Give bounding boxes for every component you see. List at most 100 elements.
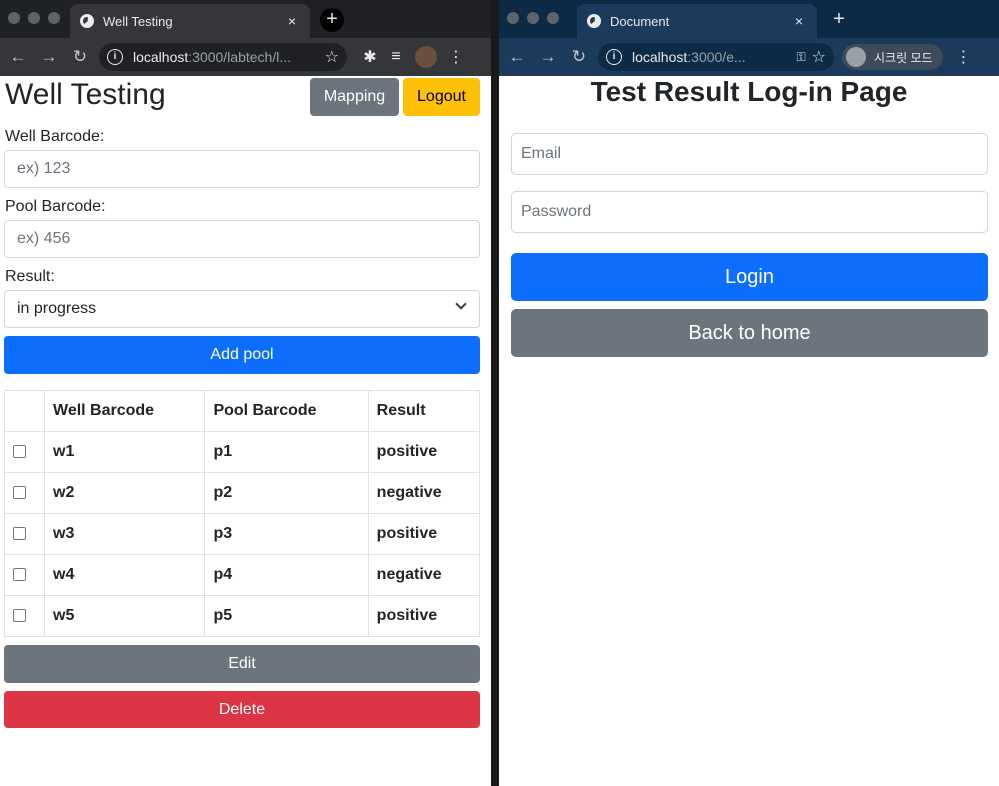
maximize-window-button[interactable]	[48, 12, 60, 24]
email-field[interactable]: Email	[511, 133, 988, 175]
back-to-home-button[interactable]: Back to home	[511, 309, 988, 357]
pool-barcode-cell: p5	[204, 595, 369, 637]
well-pool-table: Well Barcode Pool Barcode Result w1 p1 p…	[4, 390, 481, 637]
browser-toolbar: ← → ↻ i localhost:3000/labtech/l... ☆ ✱ …	[0, 38, 491, 76]
pool-barcode-cell: p4	[204, 554, 369, 596]
media-queue-icon[interactable]: ≡	[383, 48, 409, 66]
well-testing-window: Well Testing × + ← → ↻ i localhost:3000/…	[0, 0, 491, 786]
table-row: w3 p3 positive	[4, 513, 481, 555]
tab-title: Well Testing	[103, 13, 173, 29]
table-header-row: Well Barcode Pool Barcode Result	[4, 390, 481, 432]
tab-close-button[interactable]: ×	[284, 13, 300, 29]
table-row: w1 p1 positive	[4, 431, 481, 473]
bookmark-star-icon[interactable]: ☆	[325, 47, 339, 67]
table-row: w4 p4 negative	[4, 554, 481, 596]
pool-barcode-cell: p3	[204, 513, 369, 555]
well-barcode-cell: w2	[43, 472, 206, 514]
new-tab-button[interactable]: +	[827, 8, 851, 32]
close-window-button[interactable]	[507, 12, 519, 24]
result-cell: positive	[367, 595, 481, 637]
tab-document[interactable]: Document ×	[577, 4, 817, 38]
select-column-header	[4, 390, 45, 432]
extensions-puzzle-icon[interactable]: ✱	[357, 47, 383, 67]
table-row: w5 p5 positive	[4, 595, 481, 637]
address-bar[interactable]: i localhost:3000/e... ⚿ ☆	[598, 43, 834, 71]
row-select-cell	[4, 513, 45, 555]
url-text: localhost:3000/e...	[632, 49, 746, 65]
login-button[interactable]: Login	[511, 253, 988, 301]
result-cell: positive	[367, 431, 481, 473]
row-select-cell	[4, 472, 45, 514]
row-checkbox[interactable]	[13, 527, 26, 541]
pool-barcode-input[interactable]: ex) 456	[4, 220, 480, 258]
row-select-cell	[4, 595, 45, 637]
minimize-window-button[interactable]	[28, 12, 40, 24]
reload-icon[interactable]: ↻	[67, 44, 93, 70]
maximize-window-button[interactable]	[547, 12, 559, 24]
result-label: Result:	[5, 268, 55, 285]
pool-barcode-label: Pool Barcode:	[5, 198, 106, 215]
key-icon[interactable]: ⚿	[797, 50, 806, 65]
well-barcode-cell: w3	[43, 513, 206, 555]
tab-strip: Well Testing × +	[0, 0, 491, 38]
add-pool-button[interactable]: Add pool	[4, 336, 480, 374]
tab-title: Document	[610, 13, 670, 29]
window-controls	[8, 12, 60, 24]
well-testing-page: Well Testing Mapping Logout Well Barcode…	[0, 76, 491, 786]
login-page: Test Result Log-in Page Email Password L…	[499, 76, 999, 786]
close-window-button[interactable]	[8, 12, 20, 24]
login-window: Document × + ← → ↻ i localhost:3000/e...…	[499, 0, 999, 786]
forward-arrow-icon[interactable]: →	[36, 44, 62, 70]
row-checkbox[interactable]	[13, 609, 26, 623]
row-checkbox[interactable]	[13, 568, 26, 582]
result-cell: positive	[367, 513, 481, 555]
pool-barcode-cell: p2	[204, 472, 369, 514]
logout-button[interactable]: Logout	[403, 78, 480, 116]
table-row: w2 p2 negative	[4, 472, 481, 514]
delete-button[interactable]: Delete	[4, 691, 480, 728]
pool-barcode-column-header: Pool Barcode	[204, 390, 369, 432]
well-barcode-input[interactable]: ex) 123	[4, 150, 480, 188]
info-icon[interactable]: i	[606, 49, 622, 65]
address-bar[interactable]: i localhost:3000/labtech/l... ☆	[99, 43, 347, 71]
window-controls	[507, 12, 559, 24]
well-barcode-column-header: Well Barcode	[43, 390, 206, 432]
url-text: localhost:3000/labtech/l...	[133, 49, 292, 65]
mapping-button[interactable]: Mapping	[310, 78, 399, 116]
tab-strip: Document × +	[499, 0, 999, 38]
profile-avatar[interactable]	[415, 46, 437, 68]
menu-kebab-icon[interactable]: ⋮	[443, 47, 469, 67]
menu-kebab-icon[interactable]: ⋮	[951, 47, 977, 67]
incognito-icon	[846, 47, 866, 67]
globe-icon	[587, 14, 601, 28]
result-select-value: in progress	[17, 300, 97, 317]
well-barcode-cell: w1	[43, 431, 206, 473]
result-column-header: Result	[367, 390, 481, 432]
browser-toolbar: ← → ↻ i localhost:3000/e... ⚿ ☆ 시크릿 모드 ⋮	[499, 38, 999, 76]
chevron-down-icon	[455, 298, 467, 310]
bookmark-star-icon[interactable]: ☆	[812, 47, 826, 67]
incognito-badge[interactable]: 시크릿 모드	[842, 44, 943, 70]
password-field[interactable]: Password	[511, 191, 988, 233]
reload-icon[interactable]: ↻	[566, 44, 592, 70]
window-gap	[491, 0, 499, 786]
result-select[interactable]: in progress	[4, 290, 480, 328]
info-icon[interactable]: i	[107, 49, 123, 65]
back-arrow-icon[interactable]: ←	[5, 44, 31, 70]
row-checkbox[interactable]	[13, 445, 26, 459]
page-title: Test Result Log-in Page	[590, 76, 908, 107]
tab-well-testing[interactable]: Well Testing ×	[70, 4, 310, 38]
tab-close-button[interactable]: ×	[791, 13, 807, 29]
row-checkbox[interactable]	[13, 486, 26, 500]
edit-button[interactable]: Edit	[4, 645, 480, 683]
pool-barcode-cell: p1	[204, 431, 369, 473]
page-header: Well Testing Mapping Logout	[0, 76, 491, 122]
result-cell: negative	[367, 472, 481, 514]
incognito-label: 시크릿 모드	[874, 50, 933, 65]
back-arrow-icon[interactable]: ←	[504, 44, 530, 70]
well-barcode-label: Well Barcode:	[5, 128, 105, 145]
minimize-window-button[interactable]	[527, 12, 539, 24]
row-select-cell	[4, 554, 45, 596]
forward-arrow-icon[interactable]: →	[535, 44, 561, 70]
new-tab-button[interactable]: +	[320, 8, 344, 32]
